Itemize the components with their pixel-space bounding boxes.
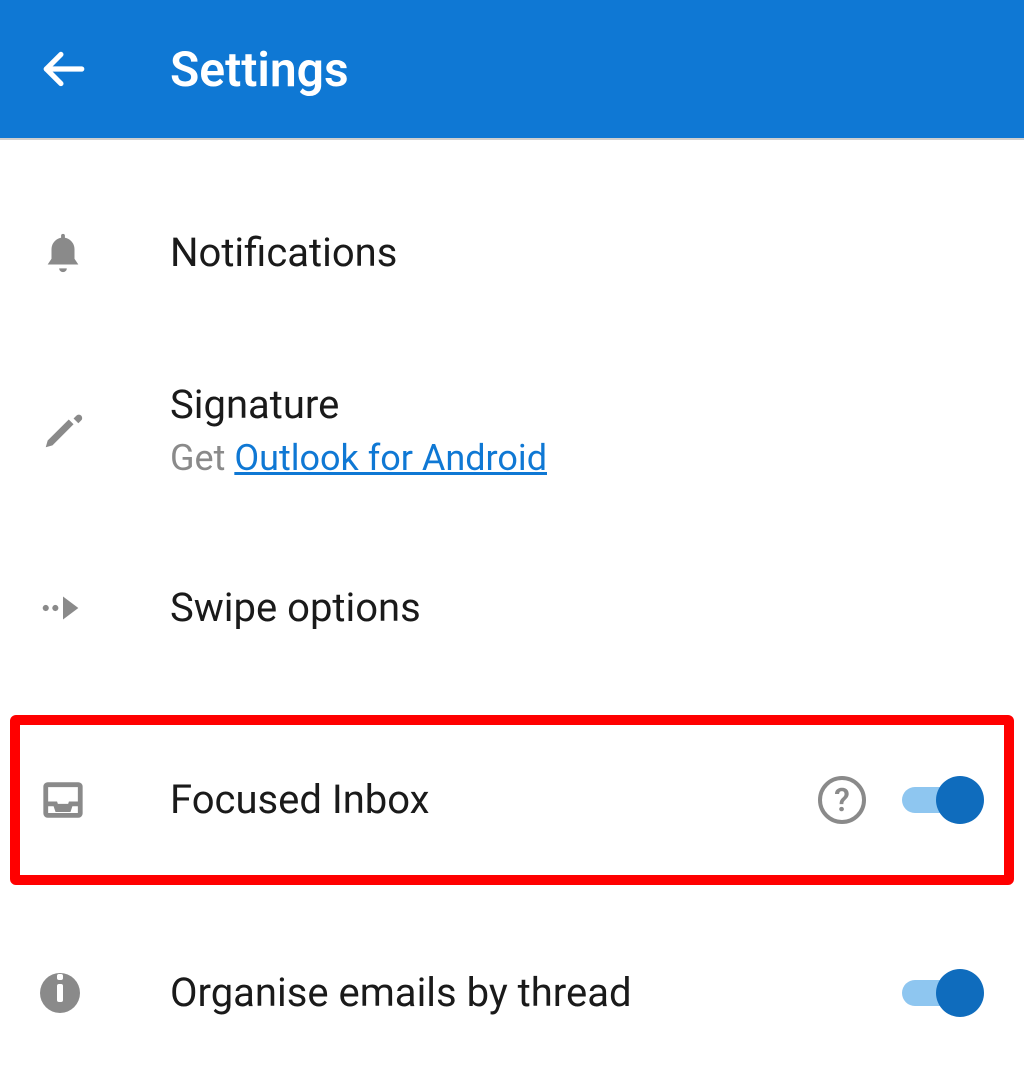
back-button[interactable] [36, 42, 90, 96]
outlook-android-link[interactable]: Outlook for Android [234, 437, 547, 479]
help-icon[interactable]: ? [818, 776, 866, 824]
app-header: Settings [0, 0, 1024, 140]
inbox-icon [40, 777, 86, 823]
settings-item-signature[interactable]: Signature Get Outlook for Android [0, 330, 1024, 530]
settings-item-swipe[interactable]: Swipe options [0, 530, 1024, 685]
page-title: Settings [170, 41, 349, 98]
focused-inbox-toggle[interactable] [902, 776, 984, 824]
settings-list: Notifications Signature Get Outlook for … [0, 140, 1024, 1070]
item-title: Notifications [170, 229, 984, 277]
subtitle-prefix: Get [170, 437, 234, 479]
settings-item-organise[interactable]: Organise emails by thread [0, 915, 1024, 1070]
item-title: Swipe options [170, 584, 984, 632]
item-title: Focused Inbox [170, 776, 818, 824]
info-icon [40, 973, 80, 1013]
swipe-icon [40, 585, 86, 631]
organise-toggle[interactable] [902, 969, 984, 1017]
settings-item-notifications[interactable]: Notifications [0, 175, 1024, 330]
pen-icon [40, 407, 86, 453]
bell-icon [40, 230, 86, 276]
settings-item-focused-inbox[interactable]: Focused Inbox ? [20, 735, 1004, 865]
item-title: Organise emails by thread [170, 969, 902, 1017]
item-subtitle: Get Outlook for Android [170, 437, 984, 479]
focused-inbox-highlight: Focused Inbox ? [10, 715, 1014, 885]
arrow-left-icon [38, 44, 88, 94]
item-title: Signature [170, 381, 984, 429]
